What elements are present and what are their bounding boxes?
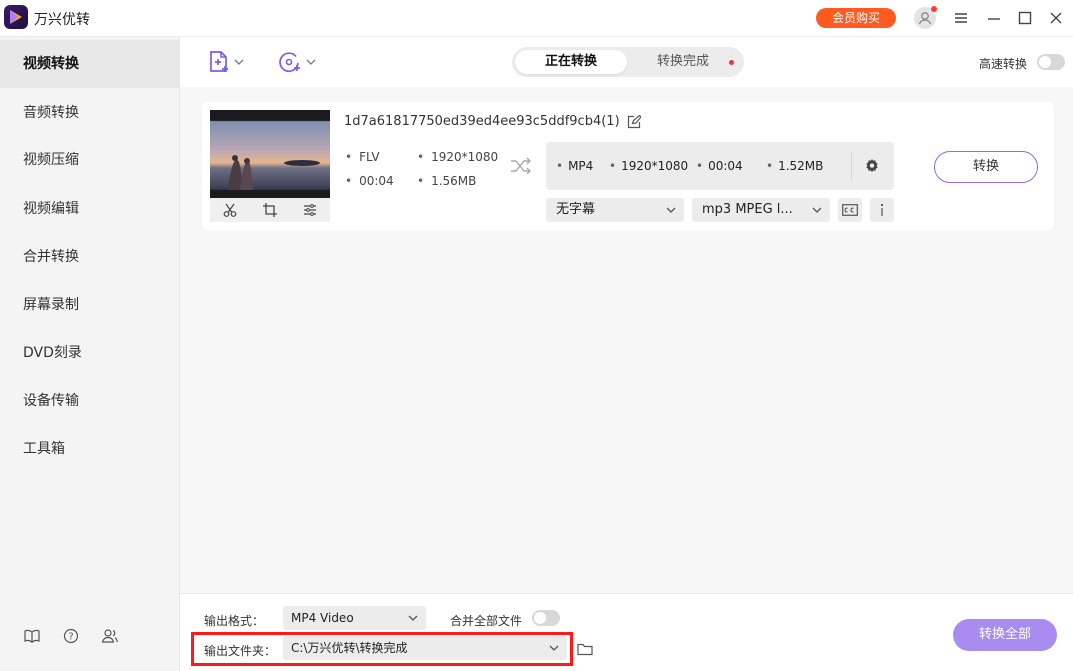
sidebar-item-video-compress[interactable]: 视频压缩 xyxy=(0,136,180,184)
chevron-down-icon xyxy=(306,59,316,65)
app-logo-icon xyxy=(4,5,28,29)
subtitle-icon xyxy=(842,204,858,216)
open-folder-icon[interactable] xyxy=(577,642,593,660)
output-format-select[interactable]: MP4 Video xyxy=(283,606,426,630)
bottom-bar: 输出格式： MP4 Video 合并全部文件 输出文件夹： C:\万兴优转\转换… xyxy=(180,593,1073,671)
high-speed-label: 高速转换 xyxy=(979,57,1028,71)
minimize-icon xyxy=(988,18,1000,20)
thumbnail-tools xyxy=(210,198,330,222)
add-subtitle-button[interactable] xyxy=(838,198,862,222)
source-duration: 00:04 xyxy=(345,174,394,188)
vip-purchase-button[interactable]: 会员购买 xyxy=(816,8,896,28)
file-item-card: 1d7a61817750ed39ed4ee93c5ddf9cb4(1) FLV … xyxy=(202,102,1054,230)
convert-arrow-icon xyxy=(510,157,532,179)
sidebar-item-video-convert[interactable]: 视频转换 xyxy=(0,40,180,88)
target-duration: 00:04 xyxy=(696,159,743,173)
app-title: 万兴优转 xyxy=(34,12,90,28)
sidebar-item-screen-record[interactable]: 屏幕录制 xyxy=(0,281,180,329)
close-icon xyxy=(1050,12,1062,24)
high-speed-toggle[interactable] xyxy=(1037,54,1065,70)
chevron-down-icon xyxy=(666,207,676,213)
tab-converted[interactable]: 转换完成 xyxy=(627,50,739,74)
info-button[interactable] xyxy=(870,198,894,222)
convert-all-button[interactable]: 转换全部 xyxy=(953,619,1057,651)
status-tabs: 正在转换 转换完成 xyxy=(512,47,744,77)
sidebar: 视频转换 音频转换 视频压缩 视频编辑 合并转换 屏幕录制 DVD刻录 设备传输… xyxy=(0,37,180,671)
add-file-icon xyxy=(210,51,228,72)
sidebar-item-video-edit[interactable]: 视频编辑 xyxy=(0,185,180,233)
title-bar: 万兴优转 会员购买 xyxy=(0,0,1073,37)
main-toolbar: 正在转换 转换完成 高速转换 xyxy=(180,37,1073,87)
chevron-down-icon xyxy=(234,59,244,65)
sidebar-item-audio-convert[interactable]: 音频转换 xyxy=(0,89,180,137)
add-dvd-button[interactable] xyxy=(278,49,316,75)
audio-track-select[interactable]: mp3 MPEG l... xyxy=(692,198,830,222)
menu-icon xyxy=(955,13,967,23)
conversion-list: 1d7a61817750ed39ed4ee93c5ddf9cb4(1) FLV … xyxy=(180,87,1073,593)
minimize-button[interactable] xyxy=(984,8,1004,28)
sidebar-item-merge-convert[interactable]: 合并转换 xyxy=(0,233,180,281)
chevron-down-icon xyxy=(812,207,822,213)
merge-all-toggle[interactable] xyxy=(532,610,560,626)
menu-button[interactable] xyxy=(951,8,971,28)
user-avatar[interactable] xyxy=(914,6,937,29)
output-format-value: MP4 Video xyxy=(291,611,354,625)
chevron-down-icon xyxy=(408,615,418,621)
output-folder-value: C:\万兴优转\转换完成 xyxy=(291,641,408,655)
target-format: MP4 xyxy=(556,159,593,173)
crop-icon[interactable] xyxy=(263,203,277,217)
target-resolution: 1920*1080 xyxy=(609,159,688,173)
new-indicator-dot xyxy=(729,60,734,65)
add-file-button[interactable] xyxy=(208,49,244,75)
add-disc-icon xyxy=(279,52,300,73)
convert-button[interactable]: 转换 xyxy=(934,151,1038,183)
output-folder-select[interactable]: C:\万兴优转\转换完成 xyxy=(283,636,567,660)
chevron-down-icon xyxy=(549,645,559,651)
video-preview-image xyxy=(210,110,330,198)
book-icon[interactable] xyxy=(23,627,41,645)
source-resolution: 1920*1080 xyxy=(417,150,498,164)
gear-icon[interactable] xyxy=(864,158,880,178)
maximize-button[interactable] xyxy=(1015,8,1035,28)
sidebar-item-dvd-burn[interactable]: DVD刻录 xyxy=(0,329,180,377)
output-folder-label: 输出文件夹： xyxy=(204,644,277,658)
file-name: 1d7a61817750ed39ed4ee93c5ddf9cb4(1) xyxy=(344,114,620,129)
trim-scissors-icon[interactable] xyxy=(223,203,237,217)
audio-track-value: mp3 MPEG l... xyxy=(702,202,793,217)
users-icon[interactable] xyxy=(101,627,119,645)
source-size: 1.56MB xyxy=(417,174,476,188)
notification-dot xyxy=(931,6,937,12)
subtitle-value: 无字幕 xyxy=(556,202,596,217)
subtitle-select[interactable]: 无字幕 xyxy=(546,198,684,222)
divider xyxy=(851,152,852,180)
output-format-label: 输出格式： xyxy=(204,614,265,628)
video-thumbnail[interactable] xyxy=(210,110,330,198)
help-icon[interactable]: ? xyxy=(62,627,80,645)
merge-all-label: 合并全部文件 xyxy=(450,614,523,628)
target-format-panel[interactable]: MP4 1920*1080 00:04 1.52MB xyxy=(546,142,894,190)
rename-edit-icon[interactable] xyxy=(627,114,642,133)
target-size: 1.52MB xyxy=(766,159,823,173)
svg-text:?: ? xyxy=(68,632,73,643)
sidebar-item-device-transfer[interactable]: 设备传输 xyxy=(0,377,180,425)
info-icon xyxy=(880,203,884,216)
sidebar-item-toolbox[interactable]: 工具箱 xyxy=(0,425,180,473)
tab-converting[interactable]: 正在转换 xyxy=(515,50,627,74)
source-format: FLV xyxy=(345,150,379,164)
maximize-icon xyxy=(1018,11,1032,25)
close-button[interactable] xyxy=(1046,8,1066,28)
adjust-settings-icon[interactable] xyxy=(303,203,317,217)
